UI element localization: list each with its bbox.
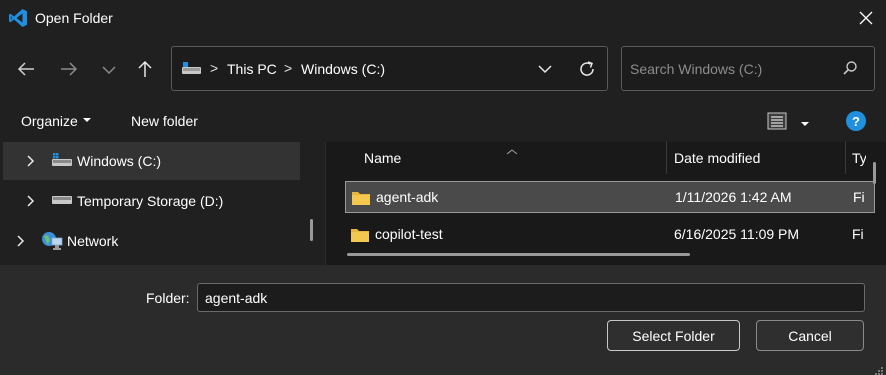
nav-pane-scrollbar[interactable] <box>310 219 313 241</box>
change-view-button[interactable] <box>766 110 816 134</box>
arrow-up-icon <box>137 60 153 81</box>
select-folder-button[interactable]: Select Folder <box>607 320 740 351</box>
folder-icon <box>351 190 371 209</box>
window-title: Open Folder <box>35 10 113 26</box>
nav-item-windows-c[interactable]: Windows (C:) <box>3 142 300 180</box>
forward-button[interactable] <box>53 54 85 86</box>
vscode-icon <box>8 8 28 28</box>
chevron-right-icon[interactable] <box>27 194 35 210</box>
breadcrumb-separator: > <box>284 60 293 76</box>
nav-item-temporary-storage-d[interactable]: Temporary Storage (D:) <box>0 182 300 220</box>
cancel-button[interactable]: Cancel <box>756 320 864 351</box>
windows-drive-icon <box>51 152 73 171</box>
chevron-down-icon <box>538 61 552 77</box>
title-bar: Open Folder <box>0 0 886 38</box>
sort-ascending-icon <box>506 142 518 158</box>
nav-item-label: Windows (C:) <box>77 153 162 169</box>
arrow-right-icon <box>60 61 78 80</box>
file-list: Name Date modified Ty agent-adk 1/11/202… <box>326 142 886 265</box>
column-label: Name <box>364 150 402 166</box>
recent-locations-button[interactable] <box>93 54 125 86</box>
details-view-icon <box>766 111 788 134</box>
nav-item-network[interactable]: Network <box>0 222 300 260</box>
address-bar[interactable]: > This PC > Windows (C:) <box>171 46 608 91</box>
caret-down-icon <box>82 118 91 123</box>
file-date: 1/11/2026 1:42 AM <box>675 189 792 205</box>
chevron-down-icon <box>102 62 116 78</box>
refresh-icon <box>578 60 596 81</box>
search-icon <box>842 60 858 79</box>
caret-down-icon <box>800 114 810 130</box>
search-box[interactable] <box>621 46 875 91</box>
chevron-right-icon[interactable] <box>17 234 25 250</box>
breadcrumb-separator: > <box>210 60 219 76</box>
column-header-type[interactable]: Ty <box>846 142 866 176</box>
network-icon <box>40 230 64 255</box>
drive-icon <box>51 193 73 210</box>
column-header-name[interactable]: Name <box>326 142 666 176</box>
chevron-right-icon[interactable] <box>27 154 35 170</box>
column-header-date-modified[interactable]: Date modified <box>667 142 845 176</box>
dialog-footer: Folder: Select Folder Cancel <box>0 265 886 375</box>
resize-grip-icon[interactable] <box>874 363 884 375</box>
organize-button[interactable]: Organize <box>21 113 91 129</box>
help-button[interactable]: ? <box>846 111 866 131</box>
back-button[interactable] <box>10 54 42 86</box>
refresh-button[interactable] <box>576 59 598 81</box>
new-folder-button[interactable]: New folder <box>131 113 198 129</box>
drive-icon <box>181 61 203 80</box>
folder-name-input[interactable] <box>197 283 865 312</box>
navigation-pane: Windows (C:) Temporary Storage (D:) Netw… <box>0 142 325 265</box>
close-icon <box>859 11 873 28</box>
close-button[interactable] <box>846 0 886 38</box>
file-type: Fi <box>852 226 864 242</box>
address-dropdown-button[interactable] <box>534 60 556 78</box>
up-button[interactable] <box>129 54 161 86</box>
navigation-bar: > This PC > Windows (C:) <box>0 38 886 102</box>
file-type: Fi <box>853 189 865 205</box>
breadcrumb-this-pc[interactable]: This PC <box>227 61 277 77</box>
column-label: Date modified <box>674 150 761 166</box>
command-bar: Organize New folder <box>0 102 886 142</box>
breadcrumb-windows-c[interactable]: Windows (C:) <box>301 61 385 77</box>
file-name: agent-adk <box>376 189 439 205</box>
folder-label: Folder: <box>146 290 190 306</box>
file-name: copilot-test <box>375 226 443 242</box>
folder-icon <box>350 227 370 246</box>
file-date: 6/16/2025 11:09 PM <box>674 226 800 242</box>
column-label: Ty <box>852 150 866 166</box>
nav-item-label: Temporary Storage (D:) <box>77 193 224 209</box>
search-input[interactable] <box>630 59 830 79</box>
file-list-vertical-scrollbar[interactable] <box>873 162 876 184</box>
arrow-left-icon <box>17 61 35 80</box>
file-row[interactable]: agent-adk 1/11/2026 1:42 AM Fi <box>345 181 875 213</box>
file-row[interactable]: copilot-test 6/16/2025 11:09 PM Fi <box>345 219 875 251</box>
file-list-horizontal-scrollbar[interactable] <box>347 253 690 256</box>
organize-label: Organize <box>21 113 78 129</box>
nav-item-label: Network <box>67 233 119 249</box>
